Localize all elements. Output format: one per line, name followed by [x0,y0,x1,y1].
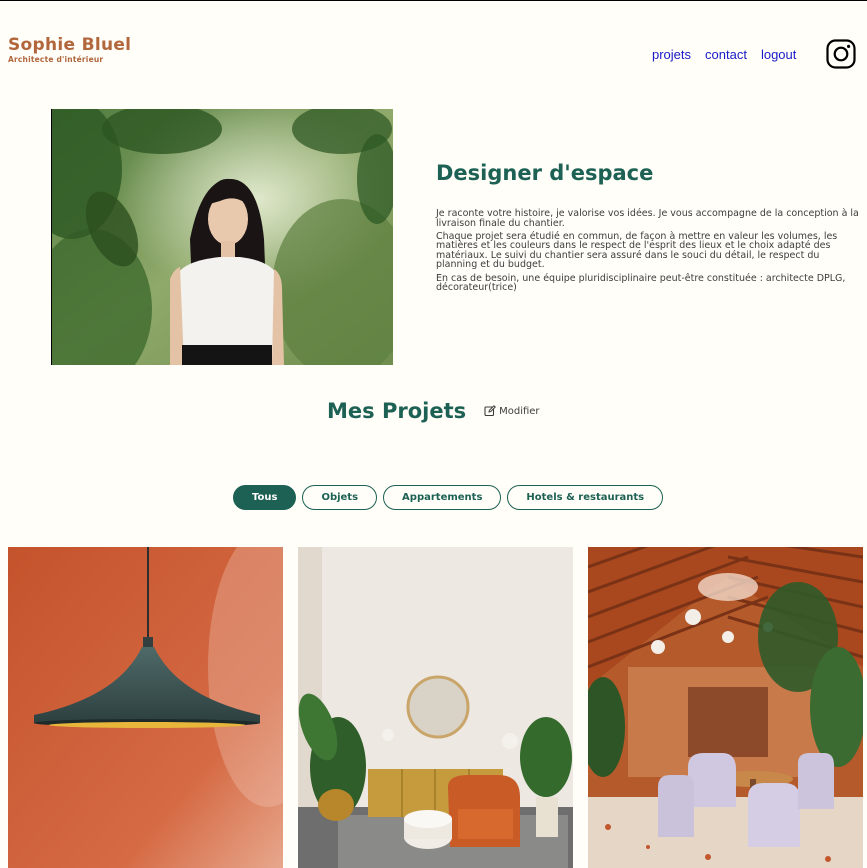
filter-bar: Tous Objets Appartements Hotels & restau… [233,485,664,510]
intro-paragraph: En cas de besoin, une équipe pluridiscip… [436,272,846,294]
filter-objets[interactable]: Objets [302,485,378,510]
intro-text: Je raconte votre histoire, je valorise v… [436,209,861,296]
logo-title: Sophie Bluel [8,35,132,55]
project-card-lamp[interactable] [8,547,283,868]
intro-title: Designer d'espace [436,161,654,185]
logo-subtitle: Architecte d'intérieur [8,55,104,64]
filter-appartements[interactable]: Appartements [383,485,502,510]
main-nav: projets contact logout [652,47,796,62]
intro-paragraph: Chaque projet sera étudié en commun, de … [436,230,838,271]
nav-link-contact[interactable]: contact [705,47,747,62]
projects-header: Mes Projets Modifier [327,399,540,423]
edit-icon [484,402,497,421]
project-card-restaurant[interactable] [588,547,863,868]
instagram-icon[interactable] [826,39,856,69]
nav-link-logout[interactable]: logout [761,47,796,62]
projects-title: Mes Projets [327,399,467,423]
intro-paragraph: Je raconte votre histoire, je valorise v… [436,208,859,229]
filter-tous[interactable]: Tous [233,485,297,510]
edit-label: Modifier [499,405,540,417]
project-card-living-room[interactable] [298,547,573,868]
edit-button[interactable]: Modifier [484,402,540,421]
logo: Sophie Bluel Architecte d'intérieur [8,36,131,64]
portrait-photo [51,109,393,365]
nav-link-projets[interactable]: projets [652,47,691,62]
filter-hotels-restaurants[interactable]: Hotels & restaurants [507,485,664,510]
